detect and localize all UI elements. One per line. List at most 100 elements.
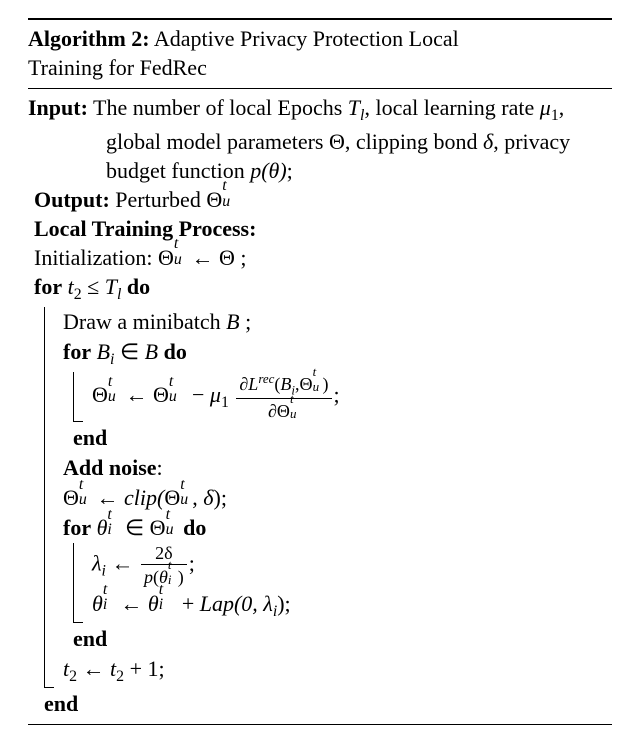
gu-theta1-ss: tu	[108, 380, 120, 402]
sym-t2-sub: 2	[74, 286, 82, 303]
draw-text: Draw a minibatch	[63, 309, 226, 334]
line-clip: Θtu ← clip(Θtu, δ);	[63, 483, 612, 512]
inc-t2b-sub: 2	[116, 668, 124, 685]
input-text-2a: rate	[501, 95, 539, 120]
algorithm-label: Algorithm 2:	[28, 26, 150, 51]
add-noise-label: Add noise	[63, 455, 157, 480]
section-local-training: Local Training Process:	[28, 214, 612, 243]
inner-for-B: for Bi ∈ B do Θtu ← Θtu − μ1 ∂Lrec(Bi,Θt…	[63, 337, 612, 452]
sym-B: B	[226, 309, 239, 334]
input-text-3a: bond	[433, 129, 483, 154]
input-text-1b: , local learning	[364, 95, 495, 120]
algorithm-block: Algorithm 2: Adaptive Privacy Protection…	[0, 0, 640, 755]
sym-p-theta: p(θ)	[250, 158, 286, 183]
line-lambda: λi ← 2δ p(θti) ;	[92, 543, 612, 588]
kw-for-outer: for	[34, 274, 62, 299]
clip-delta: δ	[203, 485, 213, 510]
lambda-frac: 2δ p(θti)	[141, 543, 187, 588]
lambda-arrow: ←	[111, 551, 133, 576]
gu-arrow: ←	[125, 382, 147, 407]
kw-end-theta: end	[73, 626, 107, 651]
gu-theta1: Θ	[92, 382, 108, 407]
inner-for-B-head: for Bi ∈ B do	[63, 337, 612, 371]
line-grad-update: Θtu ← Θtu − μ1 ∂Lrec(Bi,Θtu) ∂Θtu ;	[92, 372, 612, 422]
in-rel: ∈	[114, 339, 144, 364]
kw-do-theta: do	[183, 515, 206, 540]
clip-theta1: Θ	[63, 485, 79, 510]
inner-for-theta-head: for θti ∈ Θtu do	[63, 513, 612, 542]
rule-bottom	[28, 724, 612, 725]
outer-for: for t2 ≤ Tl do Draw a minibatch B ; for …	[34, 272, 612, 718]
kw-do-B: do	[164, 339, 187, 364]
clip-fn: clip(	[124, 485, 164, 510]
inner-for-B-end: end	[73, 423, 612, 452]
inner-for-B-body: Θtu ← Θtu − μ1 ∂Lrec(Bi,Θtu) ∂Θtu ;	[73, 372, 612, 422]
input-block: Input: The number of local Epochs Tl, lo…	[28, 93, 612, 185]
sym-Tl: T	[348, 95, 360, 120]
tn-tail: );	[277, 591, 290, 616]
tn-theta2-ss: ti	[159, 589, 171, 611]
algorithm-title: Algorithm 2: Adaptive Privacy Protection…	[28, 24, 612, 85]
lambda-sub: i	[102, 563, 106, 580]
kw-end-outer: end	[44, 691, 78, 716]
theta-in-rel: ∈	[120, 515, 150, 540]
output-text: Perturbed	[110, 187, 207, 212]
lambda-sym: λ	[92, 551, 102, 576]
clip-theta1-ss: tu	[79, 483, 91, 505]
theta-in-Theta-ss: tu	[166, 513, 178, 535]
inc-t2-sub: 2	[69, 668, 77, 685]
output-block: Output: Perturbed Θtu	[28, 185, 612, 214]
outer-for-body: Draw a minibatch B ; for Bi ∈ B do Θtu ←…	[44, 307, 612, 688]
rule-top	[28, 18, 612, 20]
clip-tail: );	[214, 485, 227, 510]
line-draw: Draw a minibatch B ;	[63, 307, 612, 336]
theta-in-Theta: Θ	[150, 515, 166, 540]
inner-for-theta-end: end	[73, 624, 612, 653]
outer-for-head: for t2 ≤ Tl do	[34, 272, 612, 306]
tn-lap: Lap(0, λ	[200, 591, 273, 616]
sym-B2: B	[145, 339, 158, 364]
tn-theta2: θ	[148, 591, 159, 616]
gu-theta2-ss: tu	[169, 380, 181, 402]
init-tail: ← Θ ;	[186, 245, 247, 270]
outer-for-rel: ≤	[82, 274, 105, 299]
sym-Theta-init: Θ	[158, 245, 174, 270]
line-init: Initialization: Θtu ← Θ ;	[28, 243, 612, 272]
inner-for-theta: for θti ∈ Θtu do λi ← 2δ p(θti) ; θti	[63, 513, 612, 653]
gu-tail: ;	[334, 382, 340, 407]
kw-for-theta: for	[63, 515, 91, 540]
sym-Theta-out-subsup: tu	[222, 185, 234, 207]
tn-arrow: ←	[120, 591, 142, 616]
sym-thetai: θ	[97, 515, 108, 540]
draw-tail: ;	[240, 309, 252, 334]
rule-mid	[28, 88, 612, 89]
sym-Theta-out: Θ	[206, 187, 222, 212]
inner-for-theta-body: λi ← 2δ p(θti) ; θti ← θti + Lap(0, λi);	[73, 543, 612, 623]
sym-mu1-sub: 1	[551, 107, 559, 124]
tn-theta1: θ	[92, 591, 103, 616]
outer-for-end: end	[44, 689, 612, 718]
gu-mu: μ	[210, 382, 221, 407]
local-training-label: Local Training Process:	[34, 216, 256, 241]
kw-end-B: end	[73, 425, 107, 450]
output-label: Output:	[34, 187, 110, 212]
sym-Theta-init-subsup: tu	[174, 243, 186, 265]
section-add-noise: Add noise:	[63, 453, 612, 482]
kw-do-outer: do	[127, 274, 150, 299]
clip-theta2-ss: tu	[180, 483, 192, 505]
sym-Tl-2: T	[105, 274, 117, 299]
algorithm-title-line2: Training for FedRec	[28, 55, 207, 80]
gu-mu-sub: 1	[221, 394, 229, 411]
gu-theta2: Θ	[153, 382, 169, 407]
sym-Tl-sub-2: l	[117, 286, 121, 303]
input-label: Input:	[28, 95, 88, 120]
tn-theta1-ss: ti	[103, 589, 115, 611]
lambda-tail: ;	[189, 551, 195, 576]
init-text: Initialization:	[34, 245, 158, 270]
line-theta-noise: θti ← θti + Lap(0, λi);	[92, 589, 612, 623]
sym-delta: δ	[483, 129, 493, 154]
gu-frac: ∂Lrec(Bi,Θtu) ∂Θtu	[236, 372, 331, 422]
algorithm-title-line1: Adaptive Privacy Protection Local	[154, 26, 459, 51]
kw-for-B: for	[63, 339, 91, 364]
line-increment: t2 ← t2 + 1;	[63, 654, 612, 688]
